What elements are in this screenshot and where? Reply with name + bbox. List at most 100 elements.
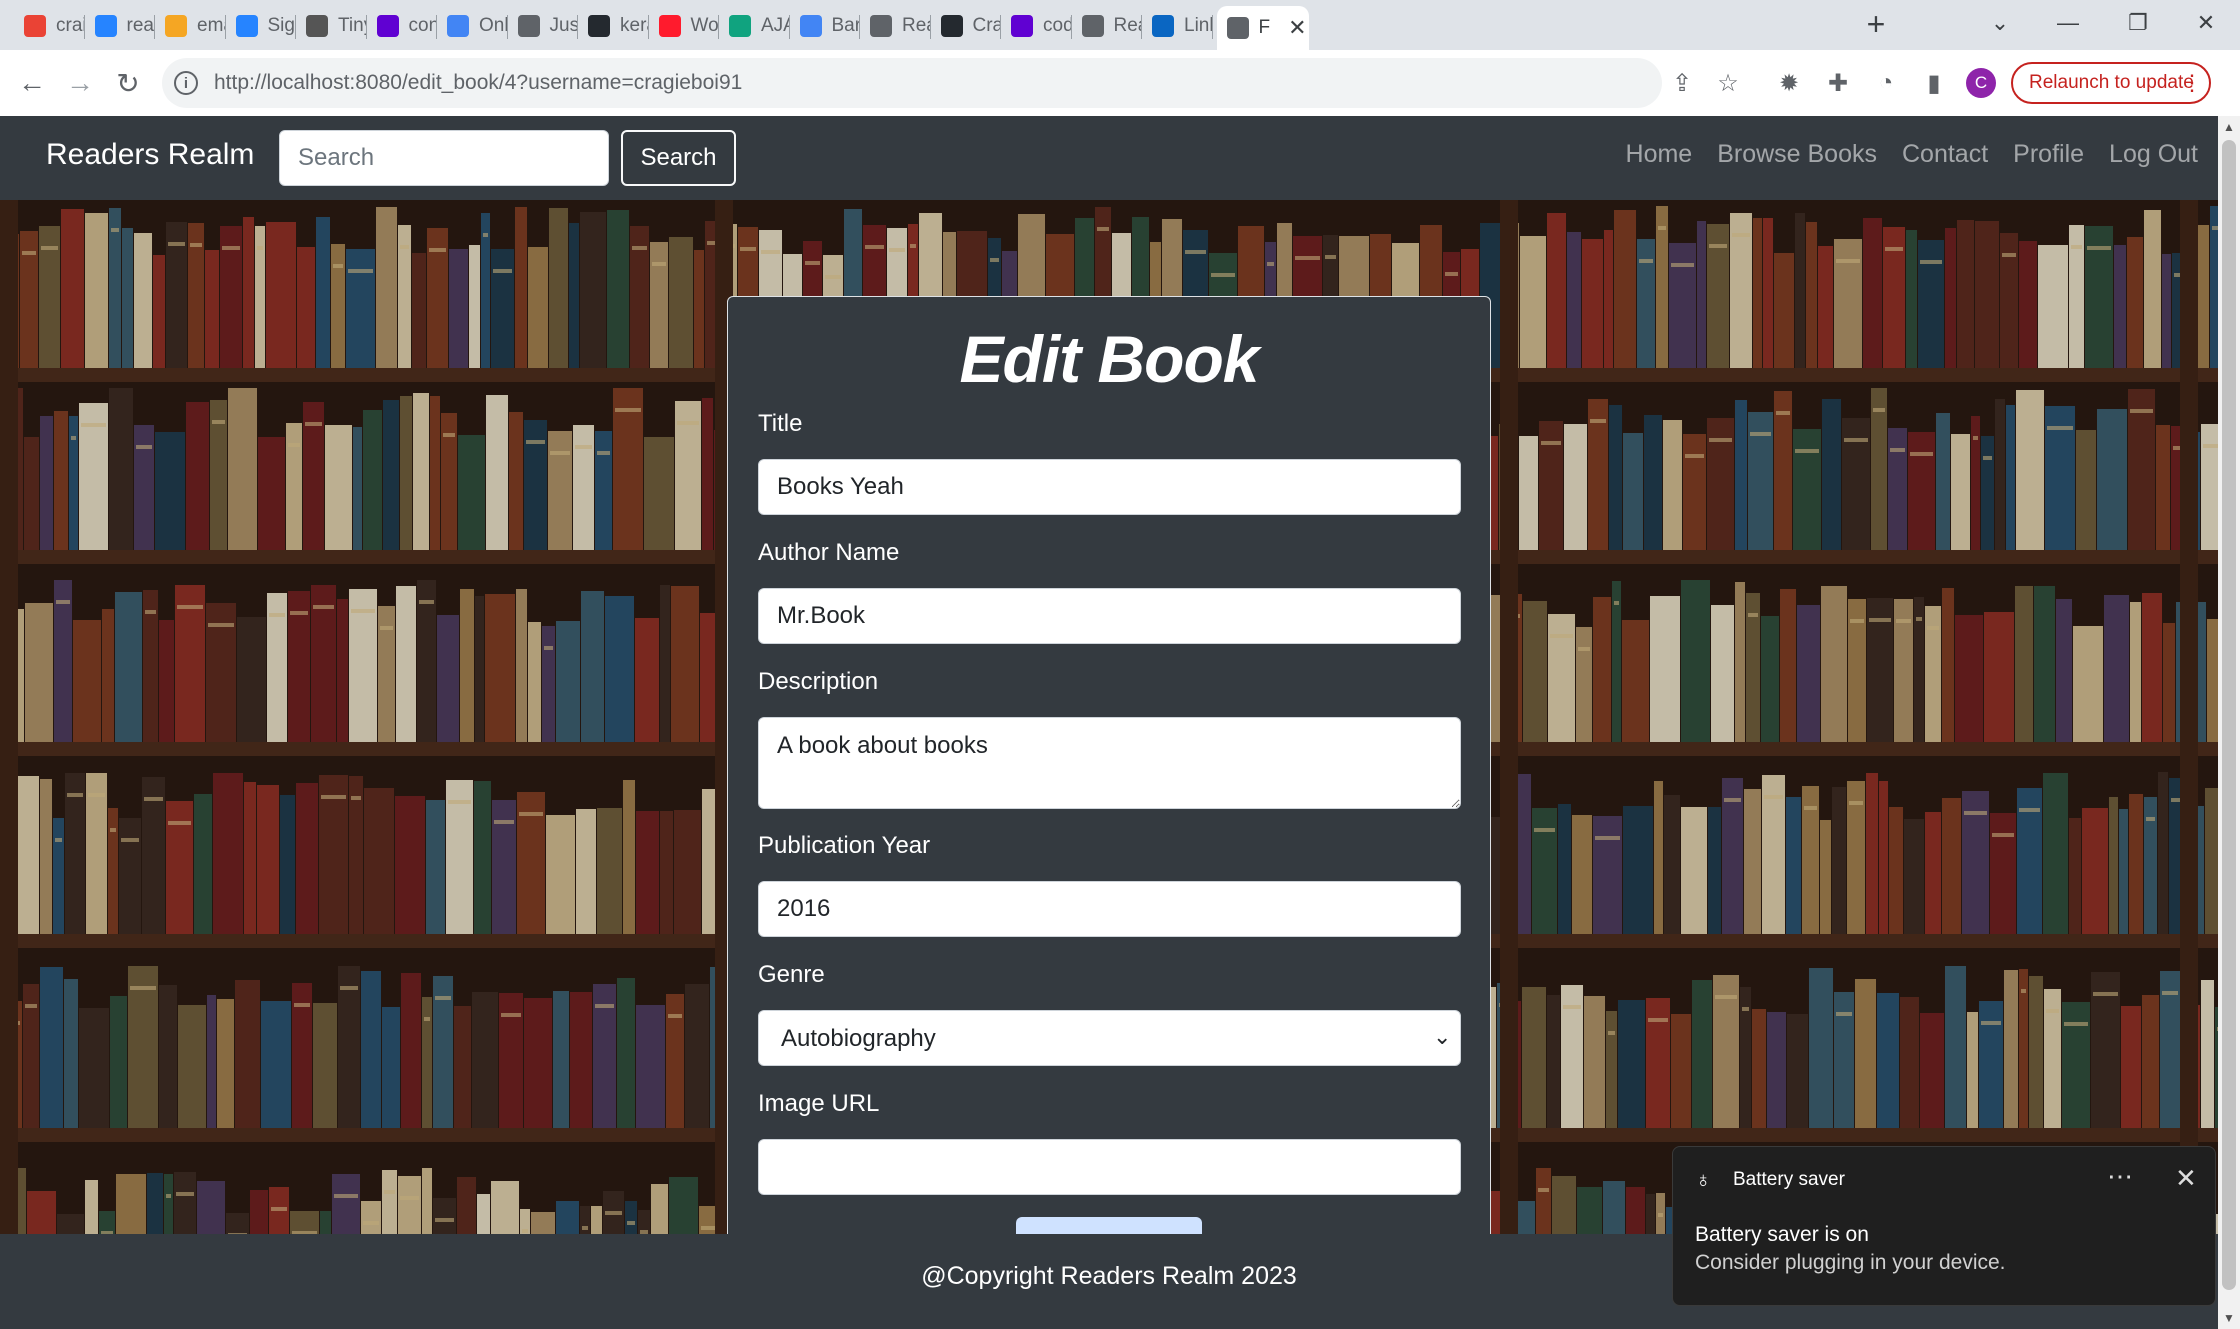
nav-link-home[interactable]: Home [1626,140,1693,169]
extensions-puzzle-icon[interactable]: ✚ [1822,67,1854,99]
url-host: http://localhost [214,71,350,94]
reload-icon[interactable]: ↻ [108,63,148,103]
address-bar[interactable]: i http://localhost:8080/edit_book/4?user… [162,58,1662,108]
panda-icon [306,15,328,37]
browser-tab[interactable]: Read [860,6,931,46]
browser-tab[interactable]: Just a [508,6,578,46]
bookmark-star-icon[interactable]: ☆ [1712,67,1744,99]
browser-tab[interactable]: AJAX [719,6,790,46]
nav-link-browse-books[interactable]: Browse Books [1717,140,1877,169]
notification-title: Battery saver is on [1695,1223,1869,1246]
back-arrow-icon[interactable]: ← [12,63,52,103]
update-book-button[interactable]: Update Book [1016,1217,1202,1234]
browser-tab-label: conv [408,15,438,36]
browser-tab[interactable]: Craig [931,6,1002,46]
browser-tab[interactable]: Work [649,6,720,46]
nav-link-profile[interactable]: Profile [2013,140,2084,169]
browser-tab[interactable]: Bard [790,6,860,46]
active-tab-label: F [1258,17,1271,38]
browser-tab[interactable]: Linke [1142,6,1213,46]
browser-tab-label: Onlin [479,15,508,36]
globe-icon [870,15,892,37]
form-heading: Edit Book [959,322,1260,396]
nav-links: Home Browse Books Contact Profile Log Ou… [1626,140,2198,169]
browser-tab[interactable]: Sign [226,6,297,46]
browser-tab[interactable]: craig [14,6,85,46]
browser-tab-label: reade [126,15,156,36]
description-textarea[interactable]: A book about books [758,717,1461,809]
search-input[interactable] [279,130,609,186]
extension-bug-icon[interactable]: ✹ [1773,67,1805,99]
browser-tab-strip: craig reade email Sign TinyP conv Onlin Just a k… [0,0,2240,50]
browser-tab[interactable]: conv [367,6,438,46]
browser-tab-label: Craig [972,15,1002,36]
side-panel-icon[interactable]: ▮ [1918,67,1950,99]
linkedin-icon [1152,15,1174,37]
performance-icon[interactable]: ◔ [1870,67,1902,99]
site-brand[interactable]: Readers Realm [46,138,254,172]
title-input[interactable] [758,459,1461,515]
yahoo-icon [376,15,399,37]
browser-tab[interactable]: email [155,6,226,46]
browser-tab-label: Sign [267,15,297,36]
scrollbar-thumb[interactable] [2222,140,2236,1290]
notification-close-icon[interactable]: ✕ [2175,1163,2197,1194]
nav-link-log-out[interactable]: Log Out [2109,140,2198,169]
browser-tab-label: Read [902,15,931,36]
browser-tab-label: Read [1113,15,1143,36]
site-navbar: Readers Realm Search Home Browse Books C… [0,116,2218,200]
page-scrollbar[interactable]: ▲ ▼ [2218,116,2240,1329]
google-icon [24,15,46,37]
publication-year-label: Publication Year [758,832,931,859]
new-tab-button[interactable]: + [1856,4,1896,44]
close-tab-icon[interactable]: ✕ [1288,15,1306,41]
close-window-button[interactable]: ✕ [2176,0,2236,46]
restore-button[interactable]: ❐ [2108,0,2168,46]
bookshelf-background-image: Edit Book Title Author Name Description … [0,200,2218,1234]
orange-app-icon [165,15,187,37]
active-browser-tab[interactable]: F ✕ [1216,6,1309,50]
site-info-icon[interactable]: i [174,71,198,95]
globe-icon [517,15,540,37]
profile-avatar[interactable]: C [1966,68,1996,98]
nav-link-contact[interactable]: Contact [1902,140,1988,169]
browser-tab[interactable]: Read [1072,6,1143,46]
author-label: Author Name [758,539,900,566]
minimize-button[interactable]: — [2038,0,2098,46]
genre-select[interactable]: Autobiography [758,1010,1461,1066]
scroll-up-arrow-icon[interactable]: ▲ [2223,120,2235,134]
search-button[interactable]: Search [621,130,736,186]
author-input[interactable] [758,588,1461,644]
browser-tab[interactable]: TinyP [296,6,367,46]
browser-tab[interactable]: reade [85,6,156,46]
browser-tab[interactable]: Onlin [437,6,508,46]
battery-leaf-icon: ♁ [1695,1167,1712,1192]
browser-tab-label: craig [56,15,85,36]
share-icon[interactable]: ⇪ [1666,67,1698,99]
more-menu-icon[interactable]: ⋮ [2181,70,2203,96]
yahoo-icon [1011,15,1033,37]
image-url-label: Image URL [758,1090,880,1117]
github-icon [588,15,610,37]
browser-tab[interactable]: codir [1001,6,1072,46]
url-path: :8080/edit_book/4?username=cragieboi91 [349,71,743,94]
publication-year-input[interactable] [758,881,1461,937]
browser-tab-label: AJAX [761,15,790,36]
browser-tab-label: email [197,15,226,36]
browser-tab[interactable]: kera [578,6,649,46]
notification-more-icon[interactable]: ⋯ [2107,1161,2133,1192]
scroll-down-arrow-icon[interactable]: ▼ [2223,1311,2235,1325]
github-icon [940,15,963,37]
forward-arrow-icon[interactable]: → [60,63,100,103]
opera-icon [658,15,681,37]
bitbucket-icon [235,15,258,37]
tab-search-chevron-icon[interactable]: ⌄ [1970,0,2030,46]
battery-saver-notification[interactable]: ♁ Battery saver ⋯ ✕ Battery saver is on … [1672,1146,2216,1306]
relaunch-to-update-button[interactable]: Relaunch to update ⋮ [2011,62,2211,104]
image-url-input[interactable] [758,1139,1461,1195]
notification-body: Consider plugging in your device. [1695,1251,2006,1274]
browser-tab-label: Work [690,15,720,36]
description-label: Description [758,668,879,695]
tab-separator [1211,15,1213,39]
relaunch-label: Relaunch to update [2029,72,2194,93]
